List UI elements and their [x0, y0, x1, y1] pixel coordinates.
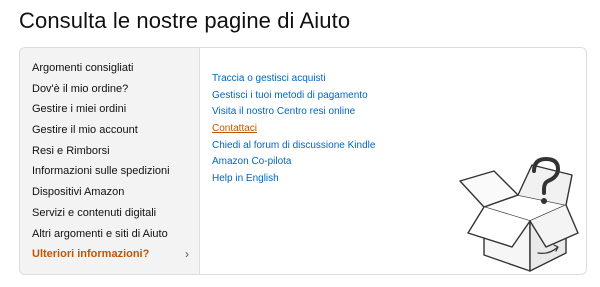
sidebar-item-label: Altri argomenti e siti di Aiuto [32, 227, 168, 240]
help-sidebar: Argomenti consigliati Dov'è il mio ordin… [20, 48, 200, 274]
sidebar-item-resi-rimborsi[interactable]: Resi e Rimborsi [20, 141, 199, 162]
help-panel: Argomenti consigliati Dov'è il mio ordin… [19, 47, 587, 275]
sidebar-item-label: Gestire i miei ordini [32, 103, 127, 116]
link-forum-kindle[interactable]: Chiedi al forum di discussione Kindle [212, 138, 375, 155]
sidebar-item-label: Resi e Rimborsi [32, 144, 110, 157]
link-help-in-english[interactable]: Help in English [212, 171, 375, 188]
sidebar-item-spedizioni[interactable]: Informazioni sulle spedizioni [20, 161, 199, 182]
sidebar-item-dispositivi-amazon[interactable]: Dispositivi Amazon [20, 182, 199, 203]
sidebar-item-servizi-digitali[interactable]: Servizi e contenuti digitali [20, 203, 199, 224]
sidebar-item-label: Servizi e contenuti digitali [32, 206, 157, 219]
sidebar-item-label: Gestire il mio account [32, 124, 138, 137]
sidebar-item-label: Dispositivi Amazon [32, 186, 125, 199]
sidebar-item-label: Ulteriori informazioni? [32, 248, 150, 261]
chevron-right-icon: › [185, 247, 189, 262]
link-traccia-acquisti[interactable]: Traccia o gestisci acquisti [212, 71, 375, 88]
link-amazon-co-pilota[interactable]: Amazon Co-pilota [212, 154, 375, 171]
sidebar-item-label: Argomenti consigliati [32, 62, 134, 74]
sidebar-item-dove-il-mio-ordine[interactable]: Dov'è il mio ordine? [20, 79, 199, 100]
sidebar-item-gestire-account[interactable]: Gestire il mio account [20, 120, 199, 141]
link-metodi-pagamento[interactable]: Gestisci i tuoi metodi di pagamento [212, 88, 375, 105]
sidebar-item-label: Informazioni sulle spedizioni [32, 165, 170, 178]
page-title: Consulta le nostre pagine di Aiuto [19, 8, 351, 33]
help-links-list: Traccia o gestisci acquisti Gestisci i t… [212, 71, 375, 188]
question-box-icon [459, 157, 579, 272]
sidebar-item-gestire-ordini[interactable]: Gestire i miei ordini [20, 99, 199, 120]
link-contattaci[interactable]: Contattaci [212, 121, 375, 138]
sidebar-item-ulteriori-informazioni[interactable]: Ulteriori informazioni? › [20, 244, 199, 265]
sidebar-item-argomenti-consigliati[interactable]: Argomenti consigliati [20, 58, 199, 79]
sidebar-item-label: Dov'è il mio ordine? [32, 82, 129, 95]
link-centro-resi[interactable]: Visita il nostro Centro resi online [212, 104, 375, 121]
sidebar-item-altri-argomenti[interactable]: Altri argomenti e siti di Aiuto [20, 224, 199, 245]
